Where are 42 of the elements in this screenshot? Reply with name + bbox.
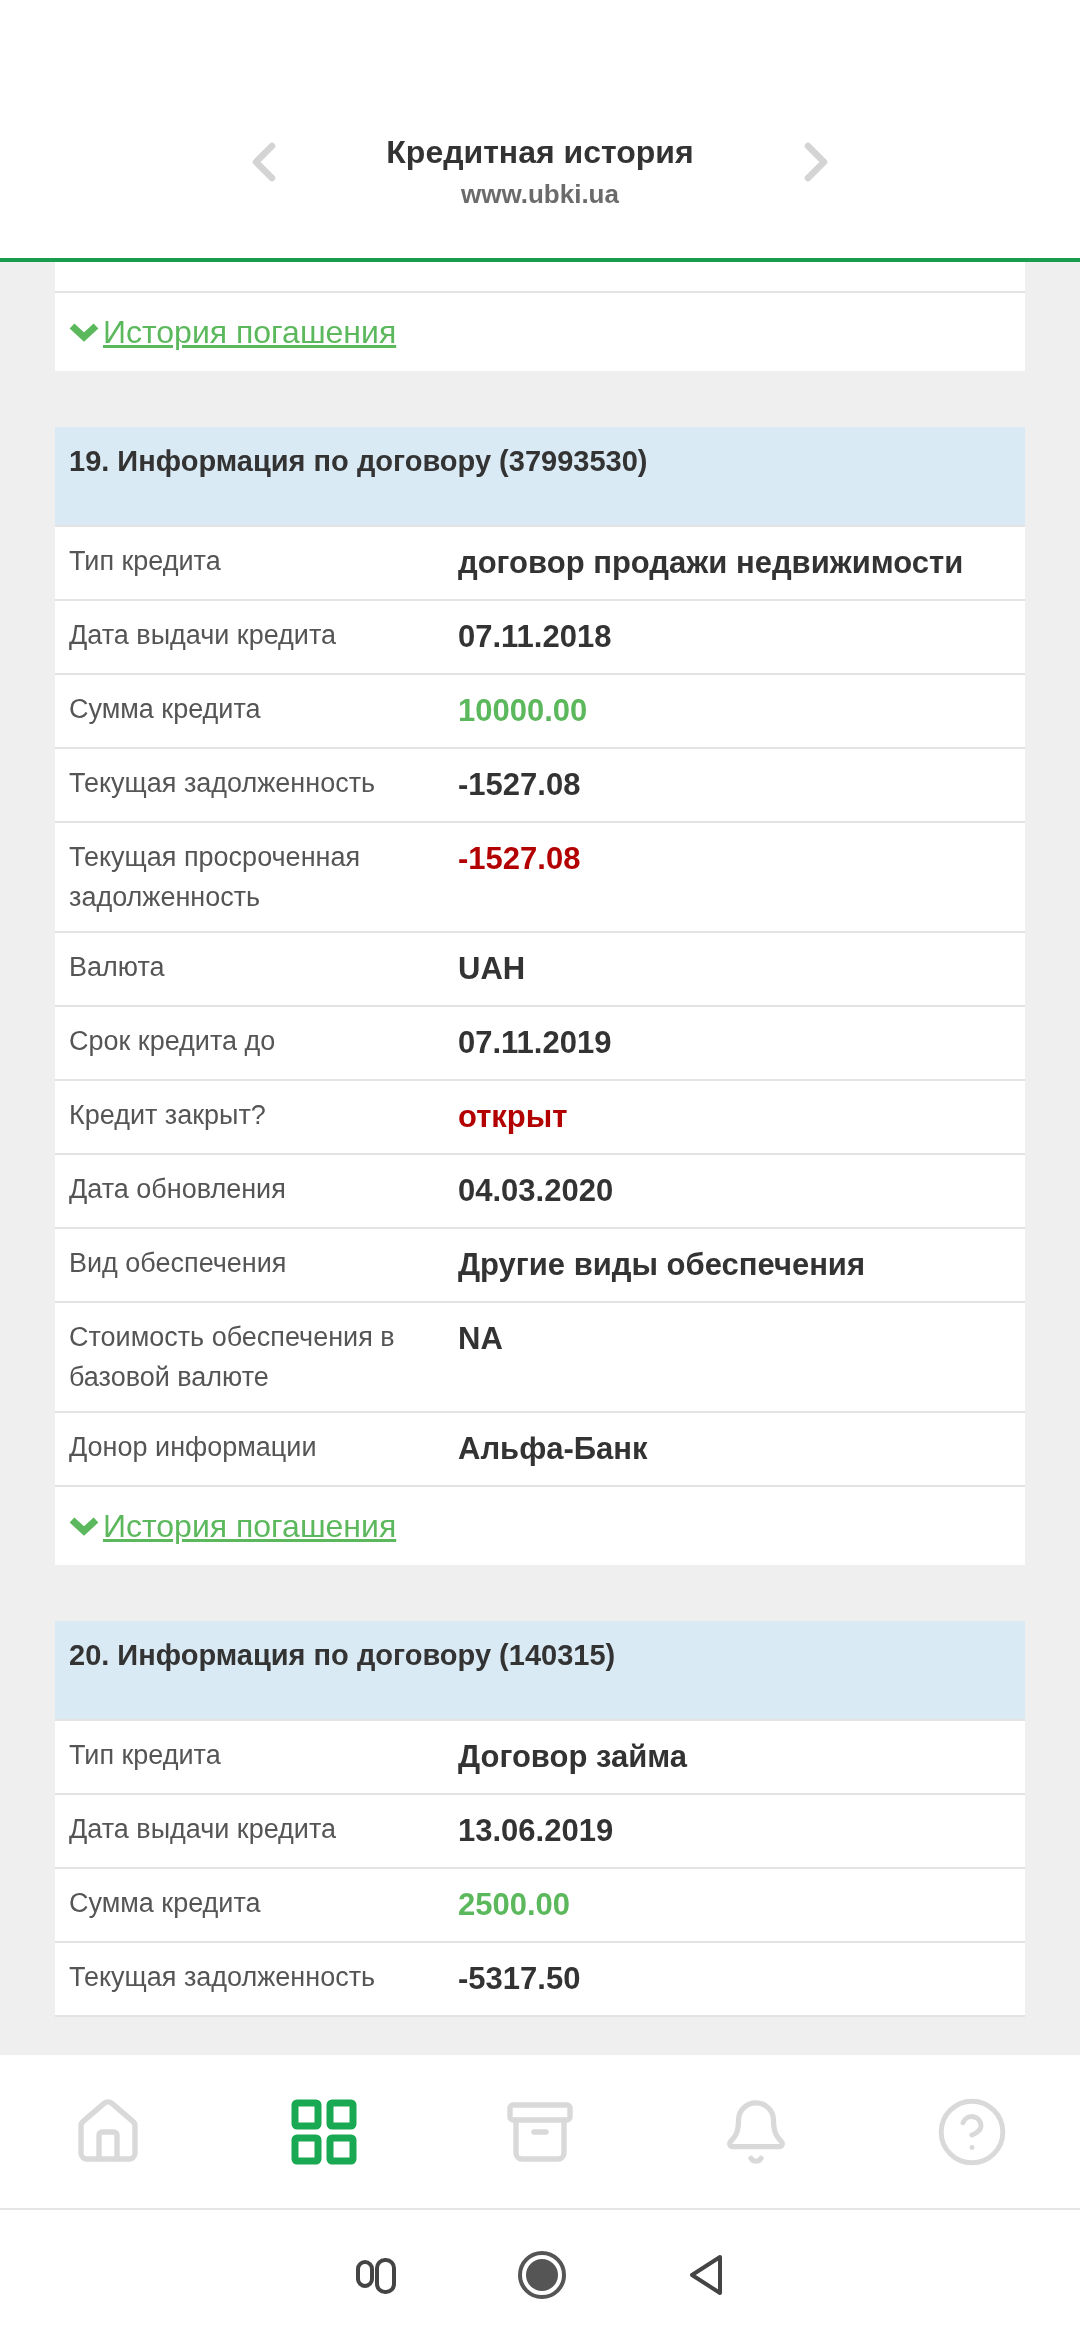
field-label: Вид обеспечения <box>69 1247 288 1280</box>
field-label: Сумма кредита <box>69 1887 262 1920</box>
field-label: Тип кредита <box>69 545 222 578</box>
page-title: Кредитная история <box>386 133 694 172</box>
back-icon[interactable] <box>687 2253 725 2297</box>
field-value: 04.03.2020 <box>458 1172 615 1210</box>
field-value: 07.11.2018 <box>458 618 613 656</box>
field-value: открыт <box>458 1098 569 1136</box>
contract-title: 20. Информация по договору (140315) <box>69 1639 616 1671</box>
field-value: Другие виды обеспечения <box>458 1246 866 1284</box>
site-url: www.ubki.ua <box>461 178 619 211</box>
field-label: Дата выдачи кредита <box>69 1813 338 1846</box>
repayment-history-link[interactable]: История погашения <box>103 308 397 356</box>
field-label: Дата обновления <box>69 1173 287 1206</box>
field-value: Договор займа <box>458 1738 689 1776</box>
field-value: -1527.08 <box>458 840 582 878</box>
chevron-down-icon <box>69 321 99 343</box>
field-label: Стоимость обеспечения в базовой валюте <box>69 1321 396 1394</box>
field-value: 13.06.2019 <box>458 1812 615 1850</box>
field-label: Кредит закрыт? <box>69 1099 267 1132</box>
field-value: 07.11.2019 <box>458 1024 613 1062</box>
field-value: 10000.00 <box>458 692 589 730</box>
field-label: Дата выдачи кредита <box>69 619 338 652</box>
field-label: Срок кредита до <box>69 1025 277 1058</box>
field-value: договор продажи недвижимости <box>458 544 965 582</box>
field-label: Текущая задолженность <box>69 767 377 800</box>
field-label: Тип кредита <box>69 1739 222 1772</box>
repayment-history-link[interactable]: История погашения <box>103 1502 397 1550</box>
field-label: Текущая просроченная задолженность <box>69 841 362 914</box>
field-label: Донор информации <box>69 1431 318 1464</box>
field-value: -1527.08 <box>458 766 582 804</box>
field-label: Валюта <box>69 951 166 984</box>
field-value: 2500.00 <box>458 1886 572 1924</box>
field-value: UAH <box>458 950 527 988</box>
contract-title: 19. Информация по договору (37993530) <box>69 445 648 477</box>
field-label: Сумма кредита <box>69 693 262 726</box>
home-button-icon[interactable] <box>517 2250 567 2300</box>
chevron-down-icon <box>69 1515 99 1537</box>
field-value: -5317.50 <box>458 1960 582 1998</box>
field-value: NA <box>458 1320 504 1358</box>
field-label: Текущая задолженность <box>69 1961 377 1994</box>
field-value: Альфа-Банк <box>458 1430 649 1468</box>
